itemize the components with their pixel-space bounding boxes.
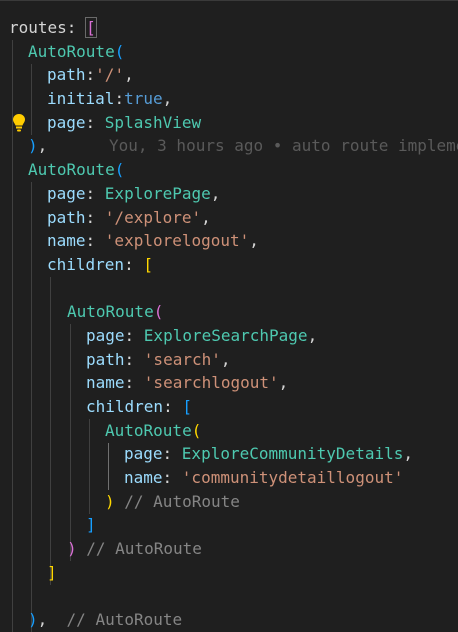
code-token: path [86, 349, 125, 369]
code-line: AutoRoute( [0, 300, 458, 324]
code-line: ] [0, 561, 458, 585]
code-token: AutoRoute [67, 302, 154, 322]
code-token: ExplorePage [104, 183, 211, 203]
code-token: path [47, 65, 86, 85]
bracket-token: [ [85, 17, 97, 38]
code-token: : [66, 18, 87, 37]
bracket-token: ) [105, 491, 115, 511]
code-token: , [220, 349, 231, 369]
code-token: 'search' [143, 349, 221, 369]
code-token: AutoRoute [105, 420, 192, 440]
code-token: : [114, 89, 125, 109]
code-line: AutoRoute( [0, 40, 458, 64]
code-token: SplashView [104, 112, 202, 132]
code-line: page: ExploreCommunityDetails, [0, 442, 458, 466]
bracket-token: ( [153, 302, 164, 322]
code-token: , [249, 231, 259, 251]
code-token: page [47, 112, 86, 132]
code-line: name: 'explorelogout', [0, 229, 458, 253]
code-line: children: [ [0, 395, 458, 419]
code-token: '/' [95, 65, 125, 85]
code-token: page [47, 183, 86, 203]
code-comment: // AutoRoute [76, 539, 202, 559]
code-token: : [85, 112, 105, 132]
code-token: children [47, 254, 125, 274]
code-token: , [307, 325, 318, 345]
code-token: : [124, 349, 144, 369]
code-comment: // AutoRoute [114, 491, 240, 511]
code-token: : [162, 444, 182, 464]
code-token: name [86, 373, 125, 393]
code-token: children [86, 397, 164, 416]
code-token: 'explorelogout' [104, 231, 250, 251]
code-token: , [403, 444, 413, 464]
code-token: routes [9, 18, 67, 37]
bracket-token: ] [86, 515, 96, 535]
code-token: AutoRoute [28, 160, 115, 180]
code-line: children: [ [0, 253, 458, 277]
code-line: page: ExplorePage, [0, 182, 458, 206]
code-line: page: SplashView [0, 111, 458, 135]
bracket-token: ] [47, 562, 57, 582]
code-token: , [278, 373, 289, 393]
code-token: : [85, 231, 105, 251]
code-token: , [162, 89, 173, 109]
code-token: : [124, 254, 144, 274]
code-line: ), // AutoRoute [0, 608, 458, 632]
code-line: path: 'search', [0, 348, 458, 372]
bracket-token: ) [28, 136, 38, 156]
code-line: ] [0, 513, 458, 537]
code-line: initial:true, [0, 87, 458, 111]
code-token: page [124, 444, 163, 464]
code-token: : [124, 373, 144, 393]
code-token: initial [47, 89, 115, 109]
code-token: '/explore' [104, 207, 202, 227]
code-line: routes: [ [0, 16, 458, 40]
code-token: : [85, 207, 105, 227]
code-line: page: ExploreSearchPage, [0, 324, 458, 348]
bracket-token: [ [143, 254, 153, 274]
code-token: : [162, 468, 182, 488]
code-token: , [124, 65, 134, 85]
code-token: name [124, 468, 163, 488]
code-token: : [163, 397, 183, 416]
bracket-token: ) [28, 610, 38, 630]
code-line: path:'/', [0, 63, 458, 87]
code-line: ), You, 3 hours ago • auto route impleme [0, 134, 458, 158]
code-line: path: '/explore', [0, 206, 458, 230]
code-token: page [86, 325, 125, 345]
bracket-token: ) [67, 539, 77, 559]
code-token: ExploreCommunityDetails [181, 444, 404, 464]
code-token: 'communitydetaillogout' [181, 468, 404, 488]
code-token: name [47, 231, 86, 251]
code-token: : [85, 183, 105, 203]
code-token: , [210, 183, 221, 203]
editor-top-border [0, 0, 458, 1]
code-token: ExploreSearchPage [143, 325, 308, 345]
code-editor[interactable]: routes: [ AutoRoute( path:'/', initial:t… [0, 16, 458, 632]
code-line: AutoRoute( [0, 419, 458, 443]
code-token: path [47, 207, 86, 227]
code-line: ) // AutoRoute [0, 490, 458, 514]
code-token: , [201, 207, 211, 227]
code-comment: // AutoRoute [47, 610, 183, 630]
code-line: name: 'searchlogout', [0, 371, 458, 395]
bracket-token: ( [114, 41, 125, 61]
code-token: , [37, 136, 48, 156]
code-token: 'searchlogout' [143, 373, 279, 393]
code-token: , [37, 610, 48, 630]
code-token: true [124, 89, 163, 109]
code-token: : [85, 65, 96, 85]
bracket-token: ( [114, 160, 125, 180]
git-blame-annotation: You, 3 hours ago • auto route impleme [109, 136, 458, 156]
code-token: AutoRoute [28, 41, 115, 61]
code-line: name: 'communitydetaillogout' [0, 466, 458, 490]
code-line: ) // AutoRoute [0, 537, 458, 561]
bracket-token: [ [182, 397, 192, 416]
bracket-token: ( [191, 420, 202, 440]
code-token: : [124, 325, 144, 345]
code-line: AutoRoute( [0, 158, 458, 182]
